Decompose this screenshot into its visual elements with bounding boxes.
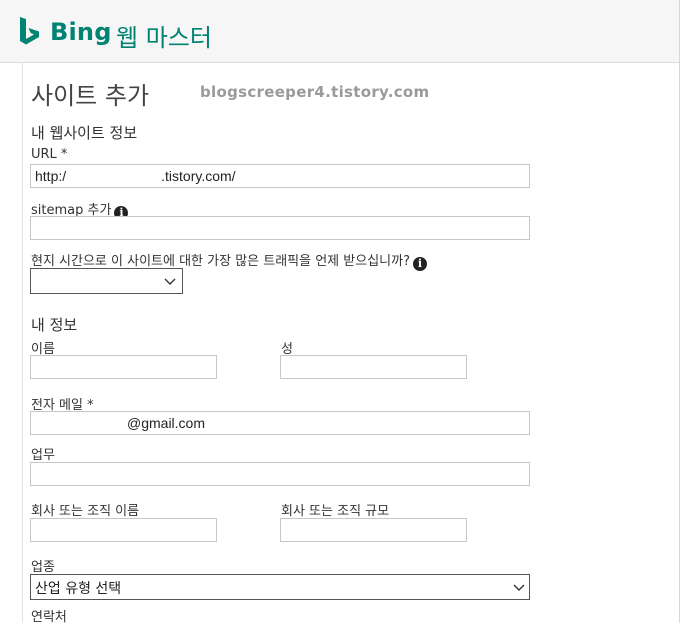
app-header: Bing 웹 마스터 — [0, 0, 680, 63]
first-name-input[interactable] — [30, 355, 217, 379]
contact-label: 연락처 — [31, 610, 67, 625]
company-name-input[interactable] — [30, 518, 217, 542]
site-info-section-title: 내 웹사이트 정보 — [31, 124, 138, 142]
traffic-time-label-text: 현지 시간으로 이 사이트에 대한 가장 많은 트래픽을 언제 받으십니까? — [31, 254, 410, 269]
job-input[interactable] — [30, 462, 530, 486]
product-name: 웹 마스터 — [116, 24, 212, 52]
left-border — [22, 62, 23, 623]
url-value-suffix: .tistory.com/ — [161, 168, 236, 184]
last-name-input[interactable] — [280, 355, 467, 379]
bing-logo-icon[interactable] — [18, 16, 42, 48]
sitemap-input[interactable] — [30, 216, 530, 240]
url-label: URL * — [31, 147, 68, 162]
industry-label: 업종 — [31, 560, 55, 575]
watermark-text: blogscreeper4.tistory.com — [200, 83, 430, 101]
my-info-section-title: 내 정보 — [31, 316, 78, 334]
url-value-prefix: http:/ — [35, 168, 67, 184]
url-input[interactable]: http:/ .tistory.com/ — [30, 164, 530, 188]
email-input[interactable]: @gmail.com — [30, 411, 530, 435]
job-label: 업무 — [31, 448, 55, 463]
info-icon[interactable]: i — [412, 257, 427, 271]
chevron-down-icon — [164, 278, 176, 285]
traffic-time-select[interactable] — [30, 268, 183, 294]
bing-logo-text[interactable]: Bing — [50, 18, 112, 46]
company-name-label: 회사 또는 조직 이름 — [31, 504, 140, 519]
company-size-input[interactable] — [280, 518, 467, 542]
industry-selected: 산업 유형 선택 — [35, 581, 122, 597]
chevron-down-icon — [513, 584, 525, 591]
industry-select[interactable]: 산업 유형 선택 — [30, 574, 530, 600]
page-title: 사이트 추가 — [31, 82, 150, 110]
company-size-label: 회사 또는 조직 규모 — [281, 504, 390, 519]
